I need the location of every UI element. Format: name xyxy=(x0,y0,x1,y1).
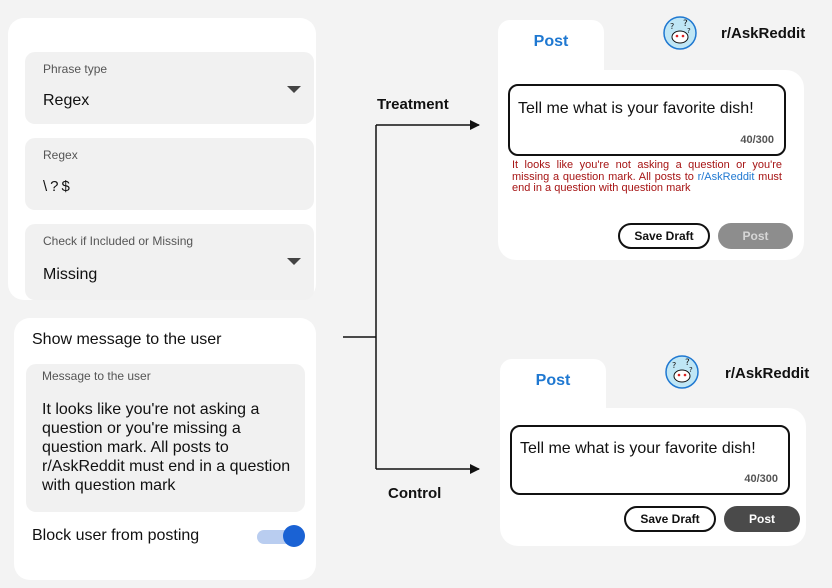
post-textbox[interactable]: Tell me what is your favorite dish! 40/3… xyxy=(508,84,786,156)
treatment-post-tab[interactable]: Post xyxy=(498,20,604,74)
post-textbox[interactable]: Tell me what is your favorite dish! 40/3… xyxy=(510,425,790,495)
treatment-label: Treatment xyxy=(377,96,449,113)
svg-text:?: ? xyxy=(670,22,674,31)
post-text: Tell me what is your favorite dish! xyxy=(518,100,754,117)
save-draft-button[interactable]: Save Draft xyxy=(624,506,716,532)
control-post-tab[interactable]: Post xyxy=(500,359,606,413)
char-counter: 40/300 xyxy=(740,134,774,146)
char-counter: 40/300 xyxy=(744,473,778,485)
treatment-post-panel: Tell me what is your favorite dish! 40/3… xyxy=(498,70,804,260)
subreddit-name: r/AskReddit xyxy=(721,25,806,42)
svg-text:?: ? xyxy=(672,361,676,370)
post-button[interactable]: Post xyxy=(724,506,800,532)
post-text: Tell me what is your favorite dish! xyxy=(520,440,756,457)
svg-text:?: ? xyxy=(687,27,691,35)
subreddit-avatar-icon: ? ? ? xyxy=(663,16,697,50)
control-label: Control xyxy=(388,485,442,502)
subreddit-avatar-icon: ? ? ? xyxy=(665,355,699,389)
save-draft-button[interactable]: Save Draft xyxy=(618,223,710,249)
svg-text:?: ? xyxy=(689,366,693,374)
post-tab-label: Post xyxy=(535,372,571,389)
warning-message: It looks like you're not asking a questi… xyxy=(512,159,782,194)
control-post-panel: Tell me what is your favorite dish! 40/3… xyxy=(500,408,806,546)
subreddit-link[interactable]: r/AskReddit xyxy=(698,171,755,183)
post-tab-label: Post xyxy=(533,33,569,50)
post-button-disabled[interactable]: Post xyxy=(718,223,793,249)
subreddit-name: r/AskReddit xyxy=(725,365,810,382)
